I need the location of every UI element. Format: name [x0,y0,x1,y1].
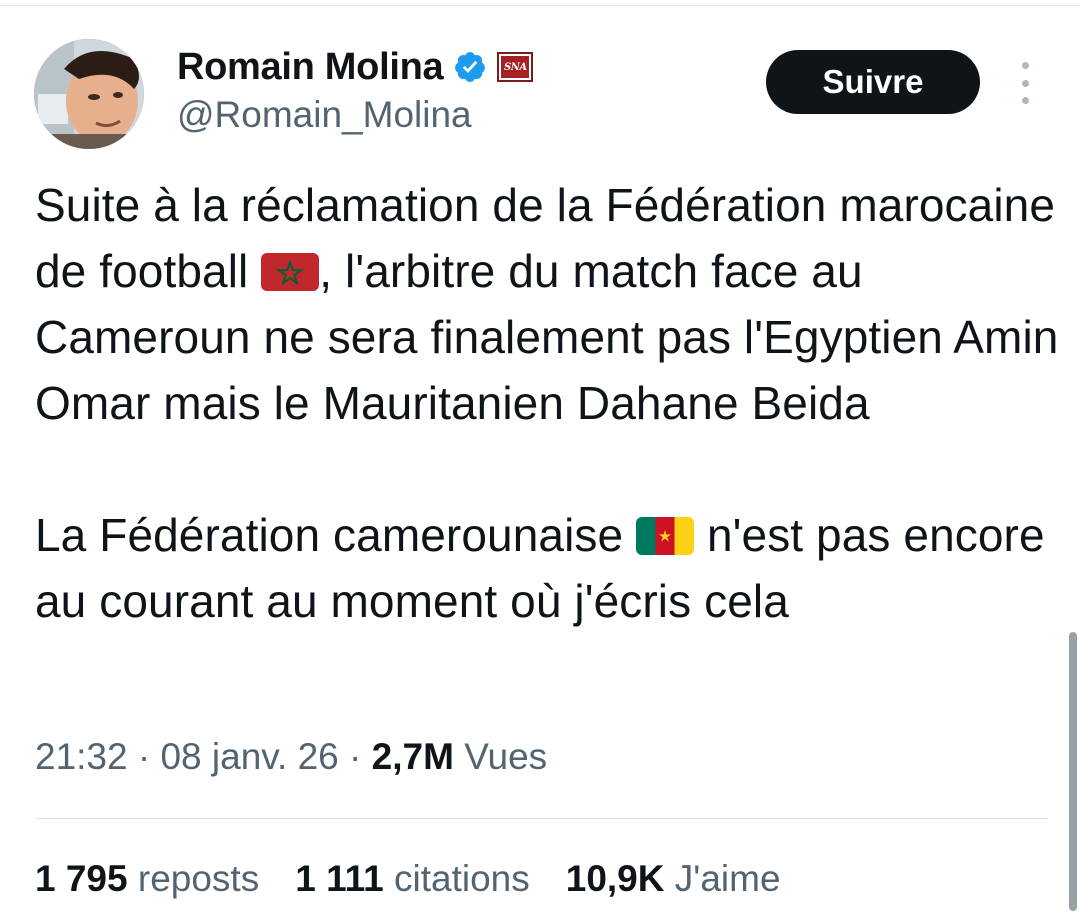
more-vertical-icon [1021,62,1029,69]
top-divider [0,5,1080,6]
engagement-stats: 1 795 reposts 1 111 citations 10,9K J'ai… [35,858,781,900]
quotes-label: citations [383,858,530,899]
more-vertical-icon-dot [1021,97,1029,104]
tweet-paragraph-1: Suite à la réclamation de la Fédération … [35,172,1065,436]
stats-divider [35,818,1048,819]
reposts-label: reposts [127,858,260,899]
meta-separator: · [338,736,372,777]
avatar-photo-icon [34,39,144,149]
meta-separator: · [127,736,161,777]
quotes-count: 1 111 [295,858,384,899]
reposts-count: 1 795 [35,858,128,899]
likes-label: J'aime [664,858,781,899]
tweet-time[interactable]: 21:32 [35,736,128,777]
morocco-flag-icon [261,253,320,291]
quotes-stat[interactable]: 1 111 citations [295,858,530,900]
views-count: 2,7M [371,736,454,777]
more-vertical-icon-dot [1021,79,1029,87]
affiliation-badge-text: SNA [501,56,530,78]
more-options-button[interactable] [1010,62,1040,104]
tweet-meta: 21:32 · 08 janv. 26 · 2,7M Vues [35,736,547,778]
author-handle[interactable]: @Romain_Molina [177,94,472,136]
likes-count: 10,9K [565,858,665,899]
avatar[interactable] [34,39,144,149]
scrollbar[interactable] [1069,632,1077,911]
tweet-date[interactable]: 08 janv. 26 [160,736,338,777]
cameroon-flag-icon [636,517,695,555]
reposts-stat[interactable]: 1 795 reposts [35,858,259,900]
likes-stat[interactable]: 10,9K J'aime [566,858,781,900]
views-label: Vues [453,736,548,777]
tweet-text-segment: La Fédération camerounaise [35,509,637,561]
author-display-name[interactable]: Romain Molina [177,46,444,89]
tweet-text: Suite à la réclamation de la Fédération … [35,172,1065,634]
tweet-paragraph-2: La Fédération camerounaise n'est pas enc… [35,502,1065,634]
affiliation-badge[interactable]: SNA [497,52,534,82]
verified-badge-icon[interactable] [453,50,487,84]
author-name-row: Romain Molina SNA [177,43,534,91]
follow-button[interactable]: Suivre [766,50,980,114]
